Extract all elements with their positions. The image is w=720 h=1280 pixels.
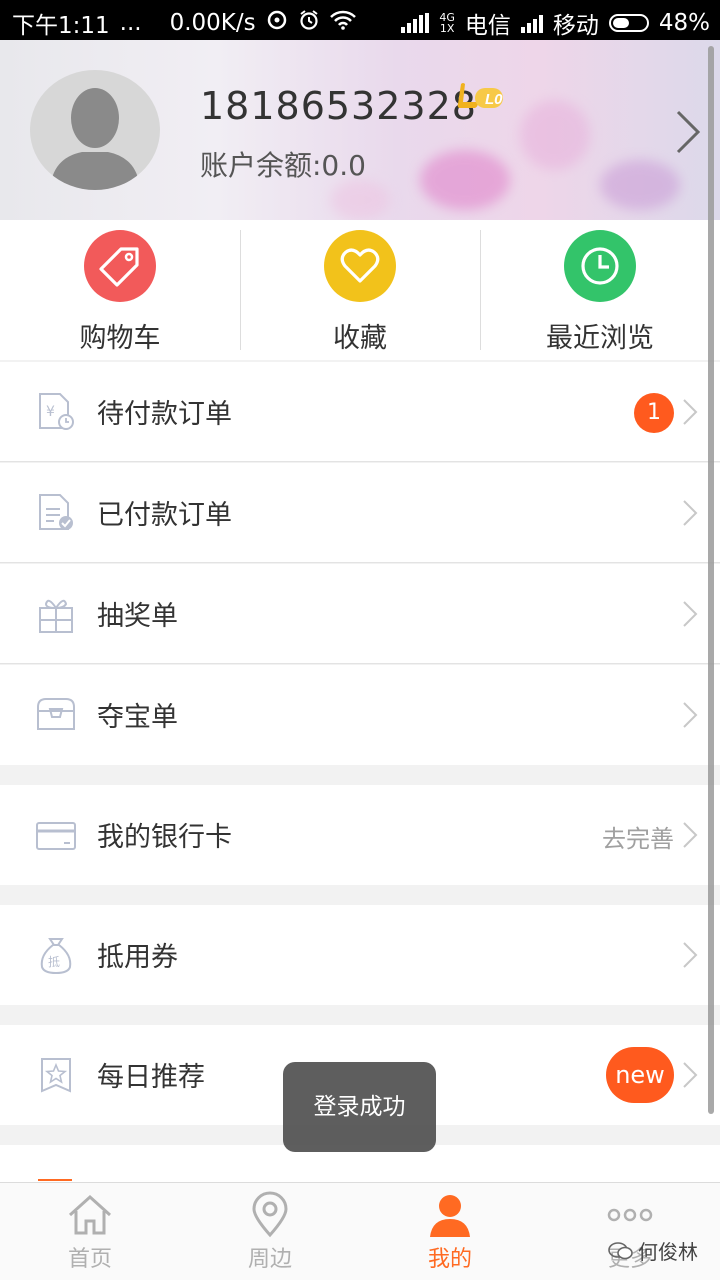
carrier-1: 电信 [464, 13, 511, 39]
shortcut-favorites[interactable]: 收藏 [240, 220, 480, 360]
avatar[interactable] [30, 70, 160, 190]
menu-label: 已付款订单 [97, 500, 232, 531]
sync-icon [266, 9, 288, 37]
watermark-text: 何俊林 [638, 1240, 698, 1264]
tab-label: 周边 [247, 1247, 292, 1272]
carrier-2: 移动 [552, 13, 599, 39]
menu-lottery[interactable]: 抽奖单 [0, 564, 720, 664]
heart-icon [324, 230, 396, 302]
menu-label: 夺宝单 [97, 702, 178, 733]
treasure-chest-icon [36, 695, 76, 735]
alarm-icon [298, 9, 320, 37]
tab-home[interactable]: 首页 [0, 1183, 180, 1280]
status-net-speed: 0.00K/s [169, 10, 256, 36]
chevron-right-icon [682, 701, 698, 729]
signal-icon [401, 13, 430, 33]
menu-label: 抵用券 [97, 942, 178, 973]
shortcut-favorites-label: 收藏 [333, 323, 387, 354]
wifi-icon [329, 10, 356, 36]
tab-more[interactable]: 更多 [540, 1183, 720, 1280]
paid-order-icon [36, 493, 76, 533]
wechat-watermark: 何俊林 [608, 1236, 698, 1265]
menu-label: 我的银行卡 [97, 822, 232, 853]
count-badge: 1 [634, 393, 674, 433]
menu-treasure[interactable]: 夺宝单 [0, 665, 720, 765]
default-avatar-icon [50, 88, 140, 190]
clock-icon [564, 230, 636, 302]
divider [0, 663, 720, 664]
network-type: 4G 1X [439, 11, 455, 35]
shortcut-recent-label: 最近浏览 [546, 323, 654, 354]
scrollbar[interactable] [708, 46, 714, 1114]
coupon-bag-icon: 抵 [36, 935, 76, 975]
shortcut-bar: 购物车 收藏 最近浏览 [0, 220, 720, 360]
more-dots-icon [606, 1191, 654, 1239]
status-time: 下午1:11 [12, 13, 110, 39]
tab-label: 我的 [427, 1247, 472, 1272]
location-pin-icon [246, 1191, 294, 1239]
shortcut-cart[interactable]: 购物车 [0, 220, 240, 360]
tab-nearby[interactable]: 周边 [180, 1183, 360, 1280]
new-badge: new [606, 1047, 674, 1103]
battery-icon [608, 14, 649, 32]
chevron-right-icon [682, 499, 698, 527]
tab-label: 首页 [67, 1247, 112, 1272]
battery-level: 48% [658, 10, 710, 36]
chevron-right-icon [682, 821, 698, 849]
menu-label: 抽奖单 [97, 601, 178, 632]
level-text: L0 [485, 91, 503, 108]
gift-icon [36, 594, 76, 634]
tab-mine[interactable]: 我的 [360, 1183, 540, 1280]
chevron-right-icon [682, 1061, 698, 1089]
chevron-right-icon[interactable] [674, 110, 702, 154]
menu-label: 每日推荐 [97, 1062, 205, 1093]
svg-text:抵: 抵 [48, 955, 60, 969]
menu-pending-orders[interactable]: ¥ 待付款订单 1 [0, 362, 720, 462]
complete-info-hint: 去完善 [602, 825, 674, 853]
chevron-right-icon [682, 941, 698, 969]
pending-payment-icon: ¥ [36, 392, 76, 432]
wechat-icon [608, 1241, 633, 1259]
bottom-tab-bar: 首页 周边 我的 更多 [0, 1182, 720, 1280]
chevron-right-icon [682, 600, 698, 628]
level-badge: L0 [455, 80, 505, 112]
chevron-right-icon [682, 398, 698, 426]
menu-coupon[interactable]: 抵 抵用券 [0, 905, 720, 1005]
divider [0, 562, 720, 563]
star-bookmark-icon [36, 1055, 76, 1095]
account-balance: 账户余额:0.0 [200, 149, 366, 182]
user-icon [426, 1191, 474, 1239]
svg-text:¥: ¥ [46, 404, 55, 420]
toast-message: 登录成功 [283, 1062, 436, 1152]
shortcut-cart-label: 购物车 [79, 323, 161, 354]
home-icon [66, 1191, 114, 1239]
profile-header[interactable]: 18186532328 L0 账户余额:0.0 [0, 40, 720, 220]
user-phone-number: 18186532328 [200, 84, 477, 128]
my-account-page: 下午1:11 ... 0.00K/s 4G 1X 电信 移动 48% 18186… [0, 0, 720, 1280]
shortcut-recent[interactable]: 最近浏览 [480, 220, 720, 360]
status-bar: 下午1:11 ... 0.00K/s 4G 1X 电信 移动 48% [0, 0, 720, 40]
status-more-dots: ... [119, 10, 142, 36]
tag-icon [84, 230, 156, 302]
menu-label: 待付款订单 [97, 399, 232, 430]
menu-paid-orders[interactable]: 已付款订单 [0, 463, 720, 563]
divider [0, 461, 720, 462]
signal-icon-2 [520, 13, 543, 33]
menu-bank-card[interactable]: 我的银行卡 去完善 [0, 785, 720, 885]
bank-card-icon [36, 815, 76, 855]
